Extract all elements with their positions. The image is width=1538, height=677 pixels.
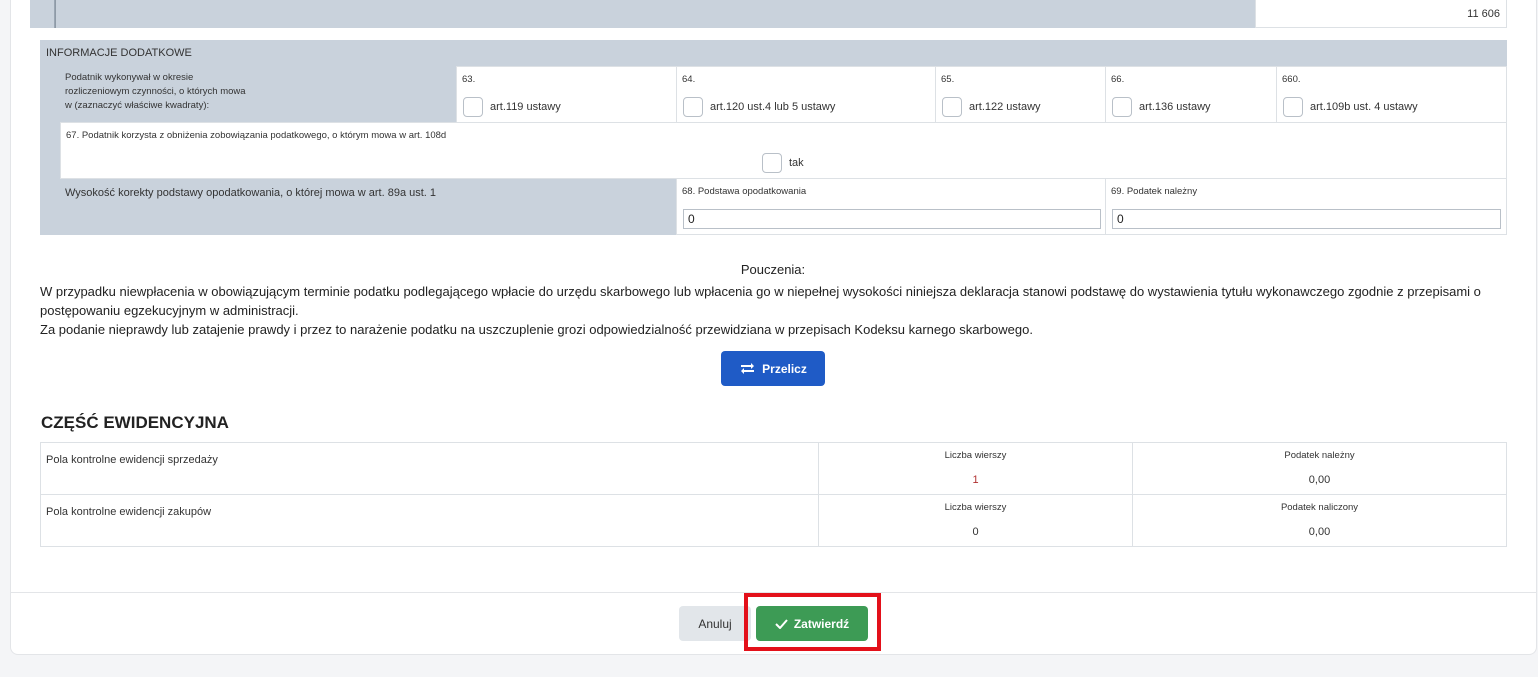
activities-label: Podatnik wykonywał w okresie rozliczenio…: [60, 66, 456, 122]
field-number: 660.: [1282, 74, 1301, 85]
tax-col: Podatek naliczony 0,00: [1132, 495, 1506, 547]
row-label: Pola kontrolne ewidencji sprzedaży: [46, 454, 218, 466]
activities-label-text: Podatnik wykonywał w okresie rozliczenio…: [65, 72, 246, 111]
records-section-title: CZĘŚĆ EWIDENCYJNA: [41, 413, 229, 432]
recalculate-button[interactable]: Przelicz: [721, 351, 825, 386]
col-header: Podatek należny: [1284, 450, 1355, 461]
refresh-arrows-icon: [741, 363, 755, 374]
field-69-label: 69. Podatek należny: [1111, 186, 1198, 197]
row-count-col: Liczba wierszy 1: [818, 443, 1132, 495]
instructions-paragraph-1: W przypadku niewpłacenia w obowiązującym…: [40, 284, 1481, 318]
field-67-label: 67. Podatnik korzysta z obniżenia zobowi…: [66, 130, 447, 141]
field-68-cell: 68. Podstawa opodatkowania: [676, 178, 1106, 235]
instructions-text: W przypadku niewpłacenia w obowiązującym…: [40, 282, 1520, 339]
checkbox-cell-63: 63. art.119 ustawy: [456, 66, 677, 123]
field-number: 64.: [682, 74, 696, 85]
field-number: 65.: [941, 74, 955, 85]
recalculate-label: Przelicz: [762, 361, 807, 376]
row-count-col: Liczba wierszy 0: [818, 495, 1132, 547]
col-header: Liczba wierszy: [944, 450, 1007, 461]
field-68-label: 68. Podstawa opodatkowania: [682, 186, 807, 197]
info-section-header: INFORMACJE DODATKOWE: [40, 40, 1507, 66]
checkbox-label: art.120 ust.4 lub 5 ustawy: [710, 101, 836, 113]
checkbox-art120[interactable]: art.120 ust.4 lub 5 ustawy: [683, 97, 835, 117]
checkbox-field67-tak[interactable]: tak: [762, 153, 804, 173]
col-header: Liczba wierszy: [944, 502, 1007, 513]
checkbox-cell-64: 64. art.120 ust.4 lub 5 ustawy: [676, 66, 936, 123]
checkbox-art136[interactable]: art.136 ustawy: [1112, 97, 1211, 117]
row-count-value: 0: [972, 526, 979, 538]
checkbox-box[interactable]: [683, 97, 703, 117]
correction-label: Wysokość korekty podstawy opodatkowania,…: [60, 179, 677, 235]
table-indent-bar: [30, 0, 55, 28]
checkbox-label: art.122 ustawy: [969, 101, 1041, 113]
checkbox-box[interactable]: [1112, 97, 1132, 117]
records-table: Pola kontrolne ewidencji sprzedaży Liczb…: [40, 442, 1507, 547]
table-label-cell: [55, 0, 1255, 28]
row-count-value: 1: [972, 474, 979, 486]
cancel-button[interactable]: Anuluj: [679, 606, 751, 641]
checkbox-art119[interactable]: art.119 ustawy: [463, 97, 561, 117]
field-69-cell: 69. Podatek należny: [1105, 178, 1507, 235]
checkbox-label: tak: [789, 157, 804, 169]
checkbox-art122[interactable]: art.122 ustawy: [942, 97, 1041, 117]
checkbox-cell-66: 66. art.136 ustawy: [1105, 66, 1277, 123]
info-indent-bar: [40, 66, 60, 235]
tax-value: 0,00: [1308, 474, 1331, 486]
checkbox-label: art.119 ustawy: [490, 101, 561, 113]
checkbox-box[interactable]: [1283, 97, 1303, 117]
row-label: Pola kontrolne ewidencji zakupów: [46, 506, 212, 518]
field-67-cell: 67. Podatnik korzysta z obniżenia zobowi…: [60, 122, 1507, 179]
checkbox-cell-65: 65. art.122 ustawy: [935, 66, 1106, 123]
top-value-cell: 11 606: [1255, 0, 1507, 28]
checkbox-box[interactable]: [463, 97, 483, 117]
tax-due-input[interactable]: [1112, 209, 1501, 229]
checkbox-box[interactable]: [942, 97, 962, 117]
instructions-title: Pouczenia:: [740, 262, 806, 277]
col-header: Podatek naliczony: [1280, 502, 1359, 513]
table-row: Pola kontrolne ewidencji sprzedaży Liczb…: [41, 443, 1506, 495]
checkbox-art109b[interactable]: art.109b ust. 4 ustawy: [1283, 97, 1418, 117]
tax-value: 0,00: [1308, 526, 1331, 538]
highlight-annotation: [744, 593, 881, 651]
checkbox-label: art.109b ust. 4 ustawy: [1310, 101, 1418, 113]
checkbox-box[interactable]: [762, 153, 782, 173]
tax-base-input[interactable]: [683, 209, 1101, 229]
checkbox-label: art.136 ustawy: [1139, 101, 1211, 113]
instructions-paragraph-2: Za podanie nieprawdy lub zatajenie prawd…: [40, 322, 1033, 337]
tax-col: Podatek należny 0,00: [1132, 443, 1506, 495]
field-number: 63.: [462, 74, 476, 85]
checkbox-cell-660: 660. art.109b ust. 4 ustawy: [1276, 66, 1507, 123]
table-row: Pola kontrolne ewidencji zakupów Liczba …: [41, 495, 1506, 547]
field-number: 66.: [1111, 74, 1125, 85]
